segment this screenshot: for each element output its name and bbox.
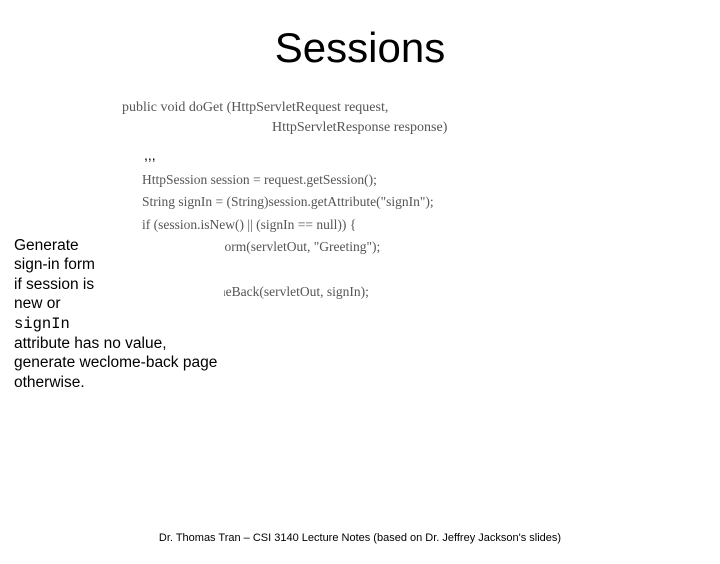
- ellipsis: ,,,: [144, 147, 700, 163]
- anno-l5: signIn: [14, 315, 70, 333]
- method-signature: public void doGet (HttpServletRequest re…: [122, 98, 700, 137]
- code-line-2: String signIn = (String)session.getAttri…: [142, 194, 434, 209]
- anno-l1: Generate: [14, 237, 79, 254]
- code-line-1: HttpSession session = request.getSession…: [142, 172, 377, 187]
- anno-l2: sign-in form: [14, 256, 95, 273]
- method-sig-line2: HttpServletResponse response): [272, 118, 447, 138]
- annotation-text: Generate sign-in form if session is new …: [14, 236, 224, 392]
- anno-l6: attribute has no value,: [14, 335, 167, 352]
- method-sig-line1: public void doGet (HttpServletRequest re…: [122, 100, 388, 115]
- code-line-3: if (session.isNew() || (signIn == null))…: [142, 217, 356, 232]
- footer-credit: Dr. Thomas Tran – CSI 3140 Lecture Notes…: [0, 532, 720, 544]
- slide-title: Sessions: [0, 24, 720, 72]
- anno-l7: generate weclome-back page: [14, 354, 217, 371]
- anno-l8: otherwise.: [14, 374, 85, 391]
- code-block: HttpSession session = request.getSession…: [142, 169, 700, 325]
- content-area: public void doGet (HttpServletRequest re…: [0, 98, 720, 325]
- anno-l3: if session is: [14, 276, 94, 293]
- anno-l4: new or: [14, 295, 61, 312]
